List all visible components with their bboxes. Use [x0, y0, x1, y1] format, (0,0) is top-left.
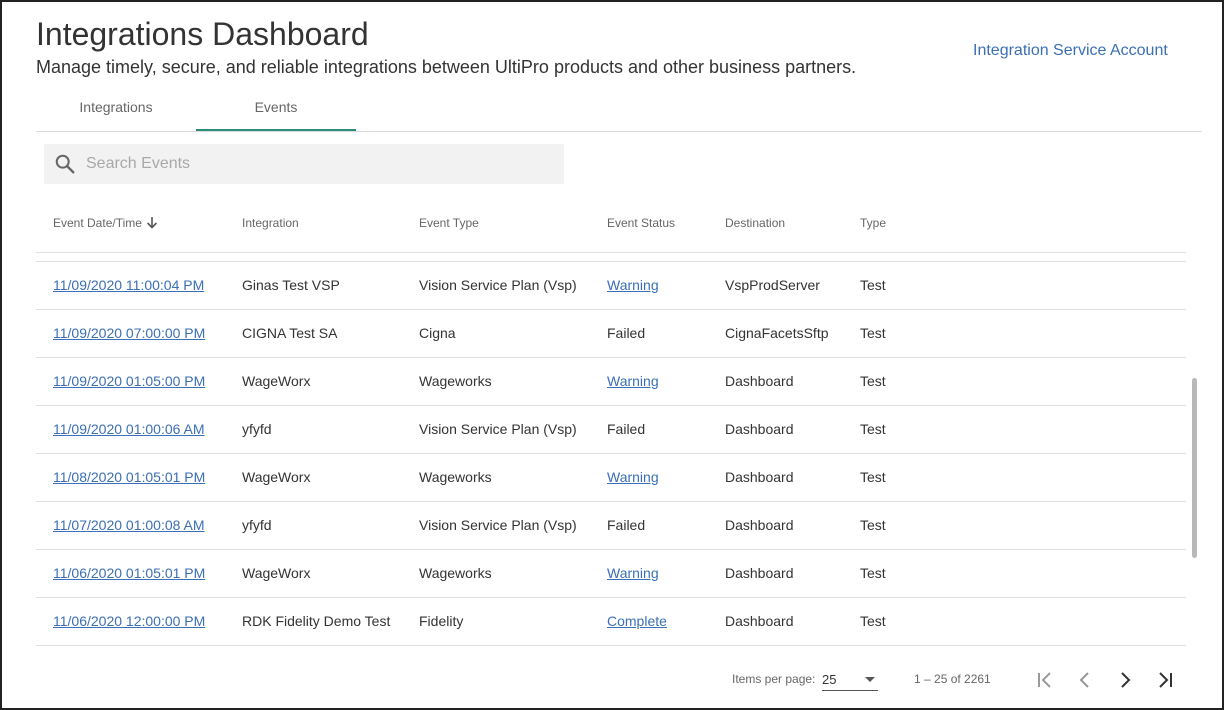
column-header-type[interactable]: Type — [860, 216, 886, 230]
event-datetime-link[interactable]: 11/08/2020 01:05:01 PM — [53, 469, 205, 485]
search-icon — [55, 154, 75, 174]
column-header-event-status[interactable]: Event Status — [607, 216, 675, 230]
event-type-cell: Wageworks — [419, 565, 492, 581]
event-type-cell: Wageworks — [419, 469, 492, 485]
integration-cell: yfyfd — [242, 421, 272, 437]
event-type-cell: Wageworks — [419, 373, 492, 389]
events-table-body: 11/09/2020 11:00:04 PM Ginas Test VSP Vi… — [36, 261, 1186, 646]
integration-cell: Ginas Test VSP — [242, 277, 340, 293]
tab-integrations[interactable]: Integrations — [36, 88, 196, 129]
event-status-link[interactable]: Warning — [607, 565, 659, 581]
column-header-integration[interactable]: Integration — [242, 216, 299, 230]
table-scrollbar[interactable] — [1192, 378, 1197, 558]
integration-cell: yfyfd — [242, 517, 272, 533]
integration-cell: WageWorx — [242, 469, 311, 485]
type-cell: Test — [860, 421, 886, 437]
column-header-destination[interactable]: Destination — [725, 216, 785, 230]
type-cell: Test — [860, 613, 886, 629]
caret-down-icon — [865, 677, 875, 682]
destination-cell: Dashboard — [725, 517, 794, 533]
event-datetime-link[interactable]: 11/06/2020 12:00:00 PM — [53, 613, 205, 629]
first-page-icon[interactable] — [1032, 667, 1058, 693]
destination-cell: CignaFacetsSftp — [725, 325, 829, 341]
page-subtitle: Manage timely, secure, and reliable inte… — [36, 57, 857, 77]
table-row: 11/09/2020 11:00:04 PM Ginas Test VSP Vi… — [36, 262, 1186, 310]
event-type-cell: Vision Service Plan (Vsp) — [419, 421, 577, 437]
items-per-page-label: Items per page: — [732, 672, 816, 686]
event-type-cell: Cigna — [419, 325, 456, 341]
table-row: 11/06/2020 12:00:00 PM RDK Fidelity Demo… — [36, 598, 1186, 646]
table-row: 11/09/2020 01:00:06 AM yfyfd Vision Serv… — [36, 406, 1186, 454]
chevron-left-icon[interactable] — [1072, 667, 1098, 693]
table-header: Event Date/Time Integration Event Type E… — [36, 202, 1186, 253]
type-cell: Test — [860, 517, 886, 533]
event-datetime-link[interactable]: 11/09/2020 01:05:00 PM — [53, 373, 205, 389]
arrow-down-icon — [146, 217, 157, 229]
event-datetime-link[interactable]: 11/09/2020 11:00:04 PM — [53, 277, 204, 293]
integration-cell: CIGNA Test SA — [242, 325, 338, 341]
event-status-link[interactable]: Warning — [607, 277, 659, 293]
destination-cell: Dashboard — [725, 373, 794, 389]
table-row: 11/06/2020 01:05:01 PM WageWorx Wagework… — [36, 550, 1186, 598]
pagination-range: 1 – 25 of 2261 — [914, 672, 991, 686]
type-cell: Test — [860, 373, 886, 389]
table-row: 11/07/2020 01:00:08 AM yfyfd Vision Serv… — [36, 502, 1186, 550]
event-datetime-link[interactable]: 11/07/2020 01:00:08 AM — [53, 517, 205, 533]
event-status-link[interactable]: Warning — [607, 373, 659, 389]
table-row: 11/08/2020 01:05:01 PM WageWorx Wagework… — [36, 454, 1186, 502]
dashboard-window: Integrations Dashboard Manage timely, se… — [0, 0, 1224, 710]
column-header-event-datetime[interactable]: Event Date/Time — [53, 216, 158, 230]
search-box — [44, 144, 564, 184]
chevron-right-icon[interactable] — [1112, 667, 1138, 693]
type-cell: Test — [860, 469, 886, 485]
event-status-cell: Failed — [607, 421, 646, 437]
event-status-cell: Failed — [607, 325, 646, 341]
event-datetime-link[interactable]: 11/06/2020 01:05:01 PM — [53, 565, 205, 581]
column-header-label: Event Date/Time — [53, 216, 142, 230]
destination-cell: Dashboard — [725, 469, 794, 485]
tab-bar: Integrations Events — [36, 88, 1202, 132]
items-per-page-select[interactable]: 25 — [822, 668, 878, 691]
event-type-cell: Vision Service Plan (Vsp) — [419, 517, 577, 533]
destination-cell: Dashboard — [725, 421, 794, 437]
type-cell: Test — [860, 565, 886, 581]
integration-cell: RDK Fidelity Demo Test — [242, 613, 391, 629]
event-status-cell: Failed — [607, 517, 646, 533]
tab-events[interactable]: Events — [196, 88, 356, 131]
items-per-page-value: 25 — [822, 672, 837, 687]
type-cell: Test — [860, 325, 886, 341]
event-type-cell: Vision Service Plan (Vsp) — [419, 277, 577, 293]
type-cell: Test — [860, 277, 886, 293]
table-row: 11/09/2020 07:00:00 PM CIGNA Test SA Cig… — [36, 310, 1186, 358]
integration-cell: WageWorx — [242, 565, 311, 581]
column-header-event-type[interactable]: Event Type — [419, 216, 479, 230]
destination-cell: VspProdServer — [725, 277, 820, 293]
integration-service-account-link[interactable]: Integration Service Account — [973, 42, 1168, 60]
event-status-link[interactable]: Warning — [607, 469, 659, 485]
table-row: 11/09/2020 01:05:00 PM WageWorx Wagework… — [36, 358, 1186, 406]
event-status-link[interactable]: Complete — [607, 613, 667, 629]
last-page-icon[interactable] — [1152, 667, 1178, 693]
search-input[interactable] — [86, 144, 556, 184]
page-title: Integrations Dashboard — [36, 16, 369, 52]
integration-cell: WageWorx — [242, 373, 311, 389]
event-datetime-link[interactable]: 11/09/2020 01:00:06 AM — [53, 421, 205, 437]
event-datetime-link[interactable]: 11/09/2020 07:00:00 PM — [53, 325, 205, 341]
destination-cell: Dashboard — [725, 565, 794, 581]
event-type-cell: Fidelity — [419, 613, 464, 629]
destination-cell: Dashboard — [725, 613, 794, 629]
